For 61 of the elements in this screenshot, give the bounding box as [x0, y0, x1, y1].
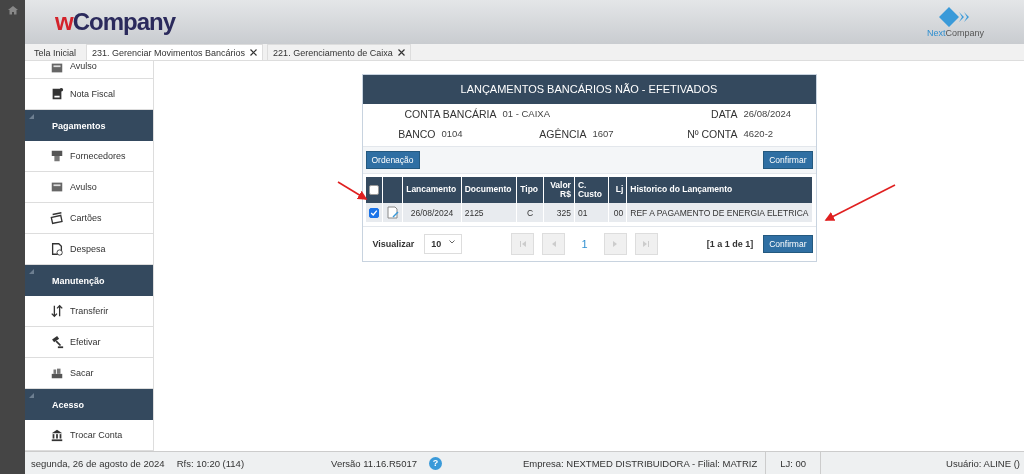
arrow-drawing: [824, 184, 896, 221]
column-header: Historico do Lançamento: [626, 177, 812, 203]
field-value: 1607: [592, 128, 615, 140]
table-cell: 01: [574, 203, 609, 222]
sidebar-item[interactable]: Avulso: [25, 61, 153, 79]
column-header: Tipo: [516, 177, 544, 203]
tab[interactable]: 231. Gerenciar Movimentos Bancários: [86, 44, 264, 60]
field-value: 4620-2: [743, 128, 775, 140]
column-header: Lancamento: [402, 177, 462, 203]
page-size-label: Visualizar: [372, 239, 415, 249]
last-page-icon: [642, 240, 651, 248]
caret-icon: [449, 239, 456, 245]
status-company: Empresa: NEXTMED DISTRIBUIDORA - Filial: MATRIZ: [522, 457, 759, 469]
field-label: Nº CONTA: [687, 128, 738, 140]
first-page-button[interactable]: [511, 233, 535, 255]
bank-icon: [50, 428, 64, 442]
table-cell: 26/08/2024: [402, 203, 462, 222]
status-user: Usuário: ALINE (): [820, 452, 1024, 474]
field-label: CONTA BANCÁRIA: [404, 108, 497, 120]
sidebar-section[interactable]: Acesso: [25, 389, 153, 420]
field-value: 01 - CAIXA: [502, 108, 552, 120]
status-date: segunda, 26 de agosto de 2024: [30, 457, 166, 469]
sidebar-section[interactable]: Pagamentos: [25, 110, 153, 141]
select-all-checkbox[interactable]: [368, 185, 379, 195]
column-header: C. Custo: [574, 177, 609, 203]
close-icon[interactable]: [250, 49, 258, 56]
last-page-button[interactable]: [634, 233, 658, 255]
table-cell: C: [516, 203, 544, 222]
logo: wCompany: [55, 8, 176, 36]
status-store: LJ: 00: [765, 452, 821, 474]
panel-title: LANÇAMENTOS BANCÁRIOS NÃO - EFETIVADOS: [362, 75, 816, 104]
confirm-button[interactable]: Confirmar: [763, 151, 813, 169]
field-label: BANCO: [398, 128, 436, 140]
column-header: Valor R$: [543, 177, 575, 203]
page-size-select[interactable]: 10: [424, 234, 463, 254]
table-cell: 2125: [461, 203, 517, 222]
status-refresh: Rfs: 10:20 (114): [175, 457, 246, 469]
field-value: 26/08/2024: [743, 108, 793, 120]
gavel-icon: [50, 335, 64, 349]
field-label: DATA: [711, 108, 738, 120]
table-cell: REF A PAGAMENTO DE ENERGIA ELETRICA: [626, 203, 812, 222]
page-number[interactable]: 1: [581, 238, 588, 250]
field-label: AGÊNCIA: [539, 128, 587, 140]
column-header: Documento: [461, 177, 517, 203]
table-cell: 325: [543, 203, 575, 222]
edit-icon[interactable]: [386, 206, 400, 219]
confirm-button[interactable]: Confirmar: [763, 235, 813, 253]
field-value: 0104: [441, 128, 464, 140]
record-count: [1 a 1 de 1]: [706, 239, 754, 249]
sidebar-section[interactable]: Manutenção: [25, 265, 153, 296]
close-icon[interactable]: [397, 49, 405, 56]
tab[interactable]: 221. Gerenciamento de Caixa: [267, 44, 411, 60]
brand-name: NextCompany: [926, 28, 984, 38]
arrows-icon: [50, 304, 64, 318]
home-icon[interactable]: [7, 5, 18, 15]
first-page-icon: [518, 240, 527, 248]
sort-button[interactable]: Ordenação: [365, 151, 420, 169]
row-checkbox[interactable]: [368, 207, 379, 218]
status-version: Versão 11.16.R5017: [330, 457, 418, 469]
arrow-drawing: [337, 181, 368, 200]
cards-icon: [50, 211, 64, 225]
